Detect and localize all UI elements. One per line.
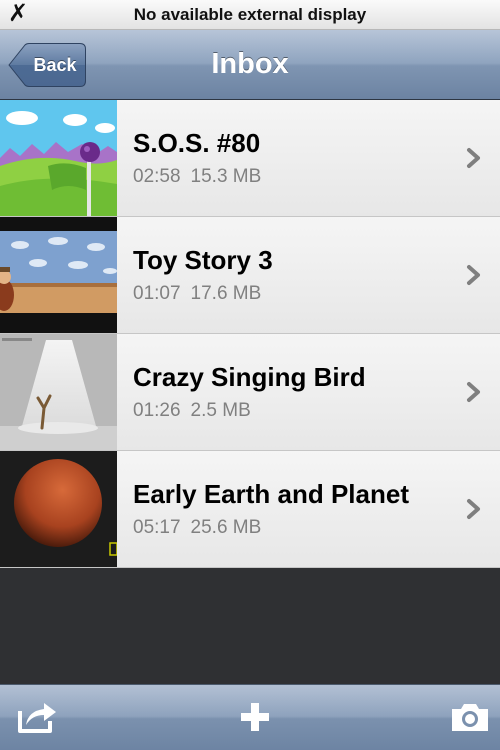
bottom-toolbar xyxy=(0,684,500,750)
video-meta: 05:17 25.6 MB xyxy=(133,517,261,539)
video-duration: 02:58 xyxy=(133,166,181,187)
video-row-crazy-singing-bird[interactable]: Crazy Singing Bird 01:26 2.5 MB xyxy=(0,334,500,451)
video-thumbnail xyxy=(0,451,117,567)
video-size: 2.5 MB xyxy=(190,400,251,421)
video-duration: 05:17 xyxy=(133,517,181,538)
video-meta: 01:26 2.5 MB xyxy=(133,400,251,422)
add-button[interactable] xyxy=(233,697,277,737)
video-size: 15.3 MB xyxy=(190,166,262,187)
video-duration: 01:07 xyxy=(133,283,181,304)
video-list: S.O.S. #80 02:58 15.3 MB Toy Story 3 01:… xyxy=(0,100,500,568)
video-duration: 01:26 xyxy=(133,400,181,421)
video-size: 17.6 MB xyxy=(190,283,262,304)
chevron-right-icon xyxy=(467,265,480,285)
back-button-label: Back xyxy=(33,55,77,75)
share-button[interactable] xyxy=(16,697,60,737)
camera-button[interactable] xyxy=(448,697,492,737)
status-bar: ✗ No available external display xyxy=(0,0,500,30)
add-icon xyxy=(241,703,269,731)
video-thumbnail xyxy=(0,100,117,216)
video-row-sos-80[interactable]: S.O.S. #80 02:58 15.3 MB xyxy=(0,100,500,217)
video-meta: 01:07 17.6 MB xyxy=(133,283,261,305)
video-thumbnail xyxy=(0,334,117,450)
video-title: S.O.S. #80 xyxy=(133,128,261,158)
video-meta: 02:58 15.3 MB xyxy=(133,166,261,188)
page-title: Inbox xyxy=(211,48,289,80)
video-title: Crazy Singing Bird xyxy=(133,362,366,392)
video-title: Early Earth and Planet xyxy=(133,479,409,509)
video-thumbnail xyxy=(0,217,117,333)
navigation-bar: Back Inbox xyxy=(0,30,500,100)
status-message: No available external display xyxy=(133,5,367,24)
video-title: Toy Story 3 xyxy=(133,245,273,275)
video-row-toy-story-3[interactable]: Toy Story 3 01:07 17.6 MB xyxy=(0,217,500,334)
share-icon xyxy=(18,703,56,733)
video-size: 25.6 MB xyxy=(190,517,262,538)
empty-list-area xyxy=(0,568,500,684)
chevron-right-icon xyxy=(467,382,480,402)
chevron-right-icon xyxy=(467,148,480,168)
back-button[interactable]: Back xyxy=(8,43,86,87)
chevron-right-icon xyxy=(467,499,480,519)
camera-icon xyxy=(452,704,488,731)
video-row-early-earth-and-planet[interactable]: Early Earth and Planet 05:17 25.6 MB xyxy=(0,451,500,568)
